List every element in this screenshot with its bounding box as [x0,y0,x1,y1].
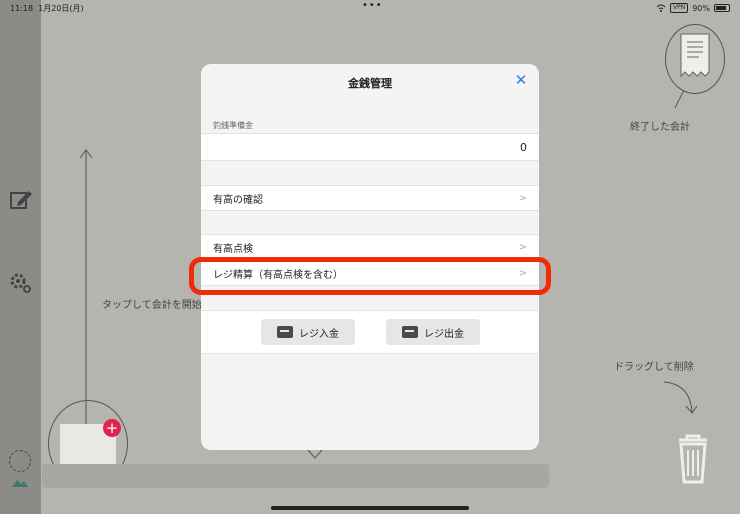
cash-out-label: レジ出金 [424,328,464,340]
chevron-right-icon: > [518,192,527,204]
wifi-icon [656,4,666,12]
register-out-icon [402,326,418,338]
change-fund-value: 0 [520,140,527,154]
cash-out-button[interactable]: レジ出金 [386,319,480,345]
row-cash-check[interactable]: 有高の確認 > [201,185,539,211]
finished-bills-label: 終了した会計 [630,122,690,133]
battery-icon [714,4,730,12]
drag-delete-hint: ドラッグして削除 [614,362,694,373]
settings-gear-icon[interactable] [9,271,33,295]
curved-arrow-icon [663,381,698,414]
pointer-line [674,89,685,109]
date-text: 1月20日(月) [38,4,84,13]
highlight-annotation [189,257,551,295]
home-indicator[interactable] [271,506,469,510]
status-bar: 11:18 1月20日(月) ••• VPN 90% [0,0,740,16]
left-sidebar [0,0,41,514]
change-fund-row[interactable]: 0 [201,133,539,161]
row-label: 有高の確認 [213,194,263,206]
close-icon[interactable]: ✕ [513,72,529,88]
avatar-placeholder[interactable] [9,450,31,472]
tap-hint-text: タップして会計を開始 [102,300,202,311]
change-fund-label: 釣銭準備金 [213,121,253,130]
multitask-dots-icon[interactable]: ••• [362,0,383,11]
chevron-right-icon: > [518,242,527,253]
receipt-icon[interactable] [679,32,711,78]
status-indicators: VPN 90% [656,3,730,13]
cash-in-button[interactable]: レジ入金 [261,319,355,345]
bill-tray-bar [42,464,549,488]
status-time: 11:18 1月20日(月) [10,3,84,14]
clock-text: 11:18 [10,4,34,13]
add-icon[interactable]: + [103,419,121,437]
register-icon[interactable] [12,477,28,487]
row-label: 有高点検 [213,244,253,255]
register-in-icon [277,326,293,338]
battery-percent: 90% [692,3,710,13]
cash-buttons-panel [201,310,539,354]
trash-icon[interactable] [673,430,713,485]
edit-icon[interactable] [9,189,33,211]
modal-title: 金銭管理 [348,77,392,90]
cash-in-label: レジ入金 [299,328,339,340]
vpn-badge: VPN [670,3,689,13]
